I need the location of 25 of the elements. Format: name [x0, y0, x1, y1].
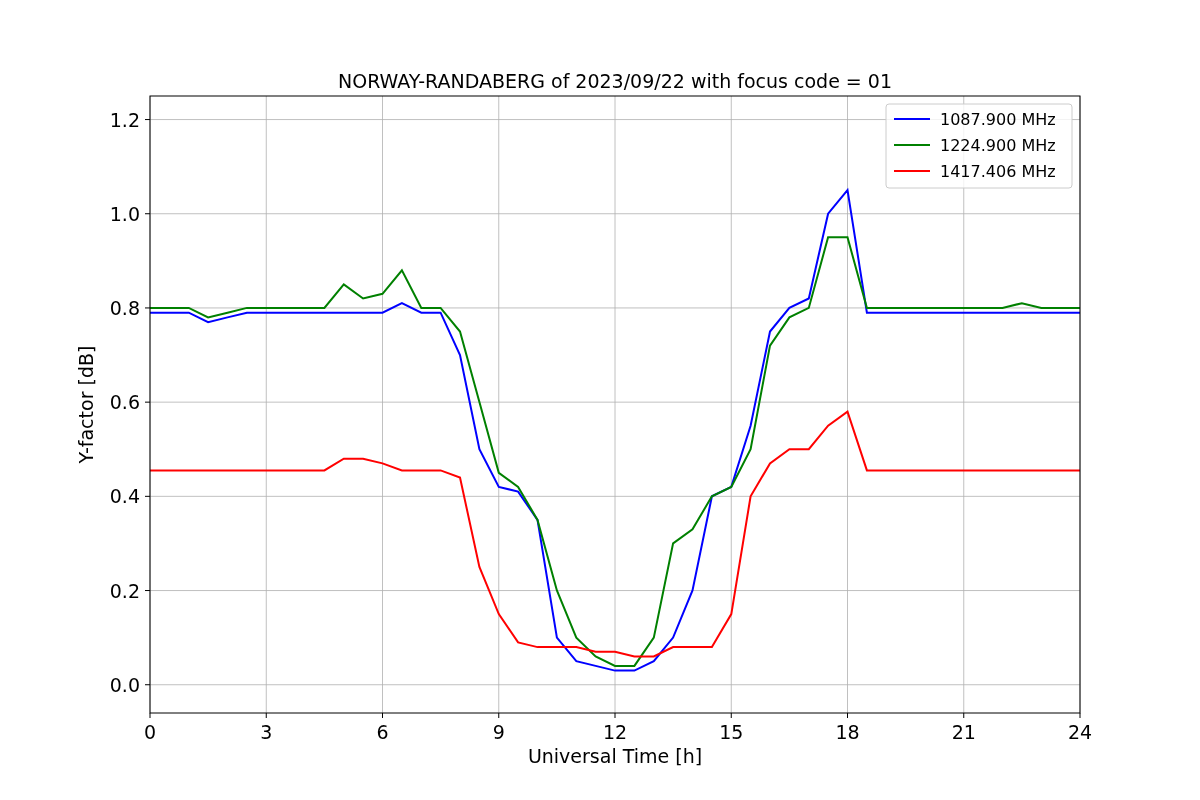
axis-tick-label: 0.2: [109, 579, 140, 602]
axis-tick-label: 21: [951, 721, 976, 743]
chart-title: NORWAY-RANDABERG of 2023/09/22 with focus code = 01: [338, 70, 892, 92]
axis-tick-label: 3: [260, 721, 273, 743]
axis-tick-label: 1.2: [109, 108, 140, 131]
axis-tick-label: 0.0: [109, 673, 140, 696]
axis-tick-label: 0.4: [109, 485, 140, 508]
axis-tick-label: 9: [492, 721, 505, 743]
axis-tick-label: 18: [835, 721, 860, 743]
legend-label: 1417.406 MHz: [940, 162, 1056, 181]
axis-tick-label: 6: [376, 721, 389, 743]
x-axis-label: Universal Time [h]: [527, 745, 703, 767]
axis-tick-label: 15: [719, 721, 744, 743]
y-axis-label: Y-factor [dB]: [75, 345, 97, 464]
legend-line-icon: [893, 144, 931, 146]
axis-tick-label: 1.0: [109, 202, 140, 225]
legend-label: 1087.900 MHz: [940, 110, 1056, 129]
legend-line-icon: [893, 170, 931, 172]
axis-tick-label: 0.8: [109, 296, 140, 319]
legend-line-icon: [893, 118, 931, 120]
axis-tick-label: 0: [143, 721, 157, 743]
legend-label: 1224.900 MHz: [940, 136, 1056, 155]
axis-tick-label: 0.6: [109, 391, 140, 414]
axis-tick-label: 12: [602, 721, 628, 743]
axis-tick-label: 24: [1067, 721, 1093, 743]
